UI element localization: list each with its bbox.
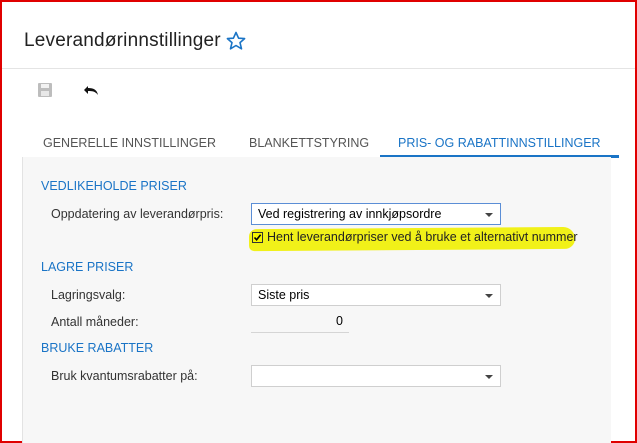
tab-general-settings[interactable]: GENERELLE INNSTILLINGER	[43, 130, 216, 156]
alt-number-checkbox-label: Hent leverandørpriser ved å bruke et alt…	[267, 230, 578, 244]
months-count-label: Antall måneder:	[51, 315, 139, 329]
toolbar	[2, 69, 635, 117]
tab-bar: GENERELLE INNSTILLINGER BLANKETTSTYRING …	[22, 130, 619, 158]
section-title-apply-discounts: BRUKE RABATTER	[41, 341, 154, 355]
section-title-store-prices: LAGRE PRISER	[41, 260, 134, 274]
page-header: Leverandørinnstillinger	[2, 2, 635, 69]
vendor-price-update-label: Oppdatering av leverandørpris:	[51, 207, 224, 221]
alt-number-checkbox[interactable]	[252, 232, 263, 243]
vendor-price-update-select[interactable]: Ved registrering av innkjøpsordre	[251, 203, 501, 225]
volume-discount-select[interactable]	[251, 365, 501, 387]
save-icon	[37, 82, 53, 98]
storage-option-value: Siste pris	[258, 288, 310, 302]
months-count-input[interactable]: 0	[251, 311, 349, 333]
chevron-down-icon	[485, 294, 493, 298]
months-count-value: 0	[336, 314, 343, 328]
chevron-down-icon	[485, 213, 493, 217]
section-title-maintain-prices: VEDLIKEHOLDE PRISER	[41, 179, 187, 193]
undo-icon[interactable]	[83, 82, 101, 98]
tab-price-discount-settings[interactable]: PRIS- OG RABATTINNSTILLINGER	[380, 130, 619, 158]
storage-option-label: Lagringsvalg:	[51, 288, 126, 302]
star-icon[interactable]	[226, 31, 246, 51]
page-title: Leverandørinnstillinger	[24, 30, 221, 51]
chevron-down-icon	[485, 375, 493, 379]
tab-form-control[interactable]: BLANKETTSTYRING	[249, 130, 369, 156]
vendor-price-update-value: Ved registrering av innkjøpsordre	[258, 207, 442, 221]
volume-discount-label: Bruk kvantumsrabatter på:	[51, 369, 198, 383]
storage-option-select[interactable]: Siste pris	[251, 284, 501, 306]
